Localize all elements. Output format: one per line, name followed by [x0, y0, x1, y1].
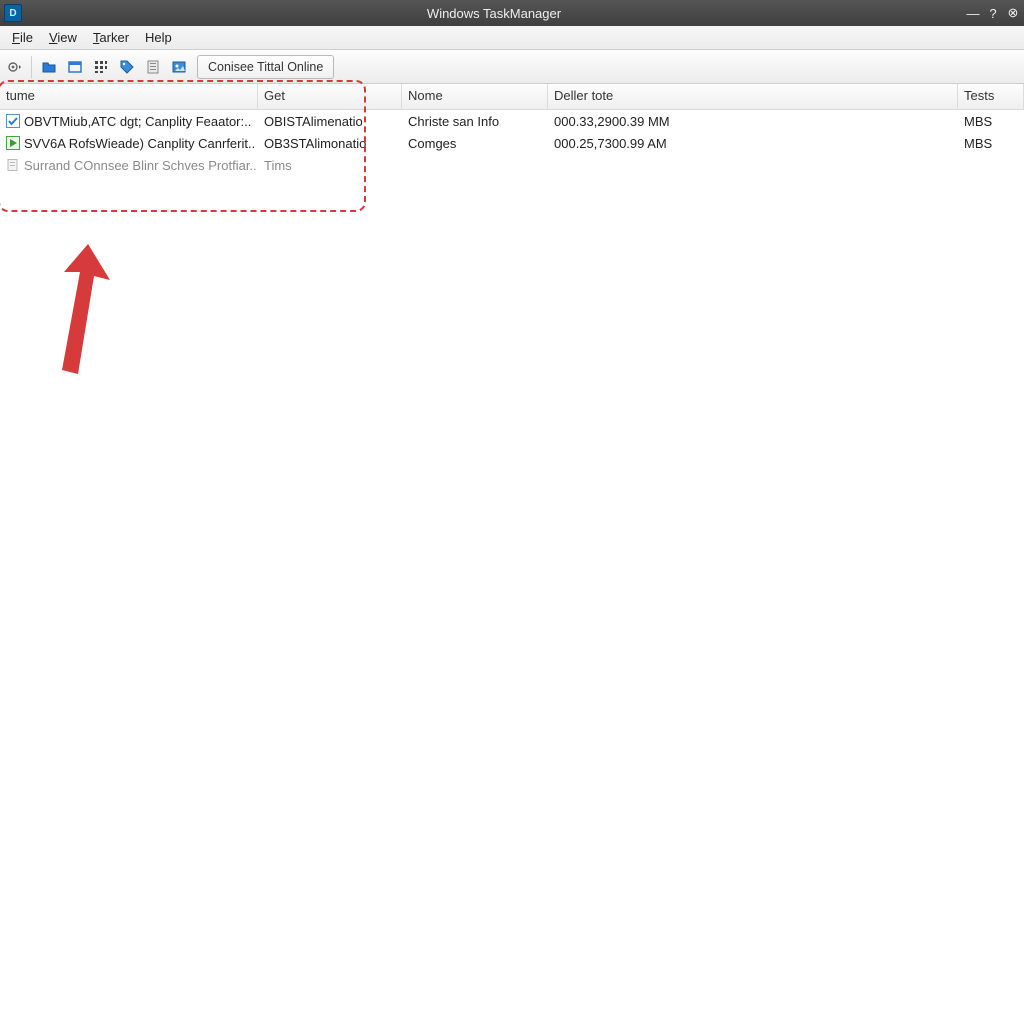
document-icon	[6, 158, 20, 172]
cell-nome: Comges	[402, 136, 548, 151]
help-button[interactable]: ?	[986, 6, 1000, 20]
col-header-tests[interactable]: Tests	[958, 84, 1024, 109]
content-area: tume Get Nome Deller tote Tests OBVTMiub…	[0, 84, 1024, 176]
minimize-button[interactable]: —	[966, 6, 980, 20]
titlebar: D Windows TaskManager — ? ⊗	[0, 0, 1024, 26]
menu-tracker[interactable]: Tarker	[85, 28, 137, 47]
toolbar-tab-label[interactable]: Conisee Tittal Online	[197, 55, 334, 79]
menu-view[interactable]: View	[41, 28, 85, 47]
cell-tests: MBS	[958, 114, 1024, 129]
cell-get: OB3STAlimonatio	[258, 136, 402, 151]
rows-container: OBVTMiub,ATC dgt; Canplity Feaator:.. OB…	[0, 110, 1024, 176]
cell-get: OBISTAlimenatio	[258, 114, 402, 129]
table-row[interactable]: SVV6A RofsWieade) Canplity Canrferit.. O…	[0, 132, 1024, 154]
cell-get: Tims	[258, 158, 402, 173]
cell-tests: MBS	[958, 136, 1024, 151]
col-header-tume[interactable]: tume	[0, 84, 258, 109]
toolbar: Conisee Tittal Online	[0, 50, 1024, 84]
check-icon	[6, 114, 20, 128]
menu-file[interactable]: File	[4, 28, 41, 47]
grid-icon[interactable]	[89, 55, 113, 79]
page-icon[interactable]	[141, 55, 165, 79]
toolbar-separator	[31, 56, 32, 78]
col-header-deller[interactable]: Deller tote	[548, 84, 958, 109]
menu-help[interactable]: Help	[137, 28, 180, 47]
table-row[interactable]: Surrand COnnsee Blinr Schves Protfiar.. …	[0, 154, 1024, 176]
col-header-nome[interactable]: Nome	[402, 84, 548, 109]
cell-deller: 000.33,2900.39 MM	[548, 114, 958, 129]
cell-tume: SVV6A RofsWieade) Canplity Canrferit..	[24, 136, 255, 151]
gear-dropdown-icon[interactable]	[2, 55, 26, 79]
window-controls: — ? ⊗	[966, 6, 1020, 20]
col-header-get[interactable]: Get	[258, 84, 402, 109]
play-icon	[6, 136, 20, 150]
app-icon: D	[4, 4, 22, 22]
window-icon[interactable]	[63, 55, 87, 79]
menubar: File View Tarker Help	[0, 26, 1024, 50]
picture-icon[interactable]	[167, 55, 191, 79]
table-row[interactable]: OBVTMiub,ATC dgt; Canplity Feaator:.. OB…	[0, 110, 1024, 132]
close-button[interactable]: ⊗	[1006, 6, 1020, 20]
open-folder-icon[interactable]	[37, 55, 61, 79]
tag-icon[interactable]	[115, 55, 139, 79]
column-headers: tume Get Nome Deller tote Tests	[0, 84, 1024, 110]
cell-nome: Christe san Info	[402, 114, 548, 129]
cell-tume: OBVTMiub,ATC dgt; Canplity Feaator:..	[24, 114, 251, 129]
cell-deller: 000.25,7300.99 AM	[548, 136, 958, 151]
cell-tume: Surrand COnnsee Blinr Schves Protfiar..	[24, 158, 257, 173]
annotation-arrow-icon	[38, 244, 128, 384]
window-title: Windows TaskManager	[22, 6, 966, 21]
